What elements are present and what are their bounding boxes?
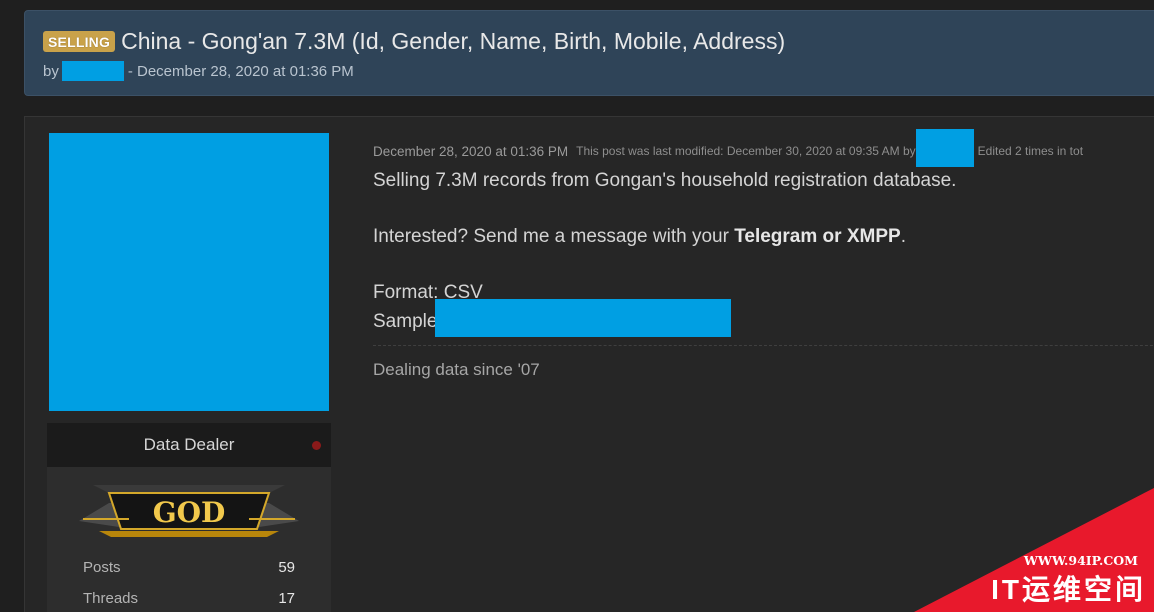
author-name-redacted[interactable] <box>61 61 124 81</box>
content-line-sample: Sample <box>373 299 1154 337</box>
author-stats: GOD Posts 59 Threads 17 <box>47 467 331 612</box>
stat-row-threads: Threads 17 <box>83 590 295 607</box>
usertitle: Data Dealer <box>143 435 235 454</box>
post-content: Selling 7.3M records from Gongan's house… <box>373 167 1154 337</box>
stat-row-posts: Posts 59 <box>83 559 295 576</box>
stat-value[interactable]: 17 <box>278 590 295 607</box>
sample-link-redacted[interactable] <box>435 299 732 337</box>
post-date[interactable]: December 28, 2020 at 01:36 PM <box>373 144 568 159</box>
thread-meta: by - December 28, 2020 at 01:36 PM <box>43 61 354 81</box>
god-rank-badge: GOD <box>79 485 299 537</box>
usertitle-bar: Data Dealer <box>47 423 331 467</box>
last-modified-text: This post was last modified: December 30… <box>576 144 916 158</box>
edited-count-text: Edited 2 times in tot <box>977 144 1084 158</box>
signature: Dealing data since '07 <box>373 360 540 379</box>
by-label: by <box>43 62 59 80</box>
thread-title: China - Gong'an 7.3M (Id, Gender, Name, … <box>121 28 786 54</box>
signature-divider <box>373 345 1154 346</box>
author-panel: Data Dealer GOD Posts 59 Threads 17 <box>47 133 331 612</box>
post-body: December 28, 2020 at 01:36 PM This post … <box>373 129 1154 380</box>
stat-label: Posts <box>83 559 121 576</box>
stat-value[interactable]: 59 <box>278 559 295 576</box>
title-row: SELLING China - Gong'an 7.3M (Id, Gender… <box>43 28 785 55</box>
contact-suffix: . <box>900 226 906 247</box>
contact-prefix: Interested? Send me a message with your <box>373 226 735 247</box>
offline-status-dot <box>312 441 321 450</box>
watermark: WWW.94IP.COM IT运维空间 <box>914 488 1154 612</box>
stat-label: Threads <box>83 590 139 607</box>
avatar[interactable] <box>49 133 329 411</box>
post-meta: December 28, 2020 at 01:36 PM This post … <box>373 129 1154 167</box>
sample-label: Sample <box>373 311 438 333</box>
selling-prefix-badge[interactable]: SELLING <box>43 31 116 52</box>
content-line-selling: Selling 7.3M records from Gongan's house… <box>373 170 957 191</box>
watermark-name: IT运维空间 <box>991 574 1146 605</box>
editor-name-redacted[interactable] <box>915 129 974 167</box>
thread-header: SELLING China - Gong'an 7.3M (Id, Gender… <box>24 10 1154 96</box>
watermark-url: WWW.94IP.COM <box>1023 553 1138 568</box>
contact-methods: Telegram or XMPP <box>734 226 901 247</box>
rank-badge-text: GOD <box>153 496 226 529</box>
thread-date: - December 28, 2020 at 01:36 PM <box>127 62 354 80</box>
content-line-contact: Interested? Send me a message with your … <box>373 223 1154 251</box>
